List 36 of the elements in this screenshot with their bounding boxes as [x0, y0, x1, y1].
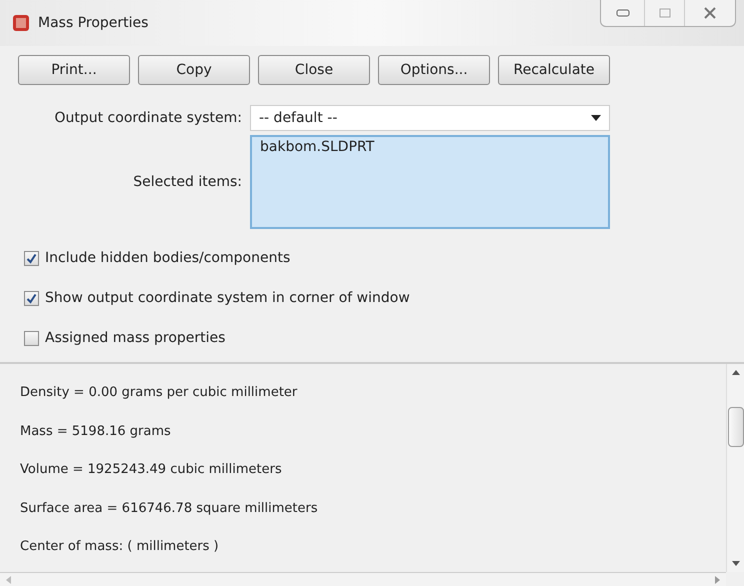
- checkbox-label: Assigned mass properties: [45, 329, 226, 348]
- check-icon: [26, 253, 37, 264]
- field-label: Output coordinate system:: [53, 108, 243, 128]
- dropdown-caret-icon: [591, 115, 601, 121]
- checkbox[interactable]: [24, 331, 39, 346]
- selected-items-list[interactable]: bakbom.SLDPRT: [250, 135, 610, 229]
- vertical-scrollbar[interactable]: [726, 364, 744, 572]
- result-text: Mass = 5198.16 grams: [20, 422, 172, 440]
- scroll-up-icon: [732, 370, 740, 375]
- result-text: Volume = 1925243.49 cubic millimeters: [20, 461, 283, 479]
- result-text: Density = 0.00 grams per cubic millimeter: [20, 384, 298, 402]
- scroll-left-icon: [6, 576, 11, 584]
- checkbox[interactable]: [24, 251, 39, 266]
- result-text: Center of mass: ( millimeters ): [20, 538, 220, 556]
- coordinate-system-dropdown[interactable]: -- default --: [250, 105, 610, 131]
- horizontal-scrollbar[interactable]: [0, 572, 726, 586]
- toolbar-button[interactable]: Close: [258, 55, 370, 85]
- toolbar-button[interactable]: Print...: [18, 55, 130, 85]
- minimize-icon: [616, 9, 630, 17]
- window-title: Mass Properties: [38, 14, 148, 32]
- scrollbar-thumb[interactable]: [728, 407, 744, 447]
- field-label: Selected items:: [132, 172, 243, 192]
- checkbox-label: Include hidden bodies/components: [45, 249, 290, 268]
- result-text: Surface area = 616746.78 square millimeters: [20, 500, 319, 518]
- scroll-right-icon: [715, 576, 720, 584]
- checkbox[interactable]: [24, 291, 39, 306]
- toolbar-button[interactable]: Copy: [138, 55, 250, 85]
- list-item[interactable]: bakbom.SLDPRT: [260, 137, 600, 158]
- close-icon: [704, 7, 716, 19]
- check-icon: [26, 293, 37, 304]
- app-logo-icon: [12, 14, 30, 32]
- scroll-down-icon: [732, 561, 740, 566]
- toolbar-button[interactable]: Recalculate: [498, 55, 610, 85]
- toolbar-button[interactable]: Options...: [378, 55, 490, 85]
- checkbox-label: Show output coordinate system in corner of window: [45, 289, 410, 308]
- maximize-icon: [658, 8, 670, 18]
